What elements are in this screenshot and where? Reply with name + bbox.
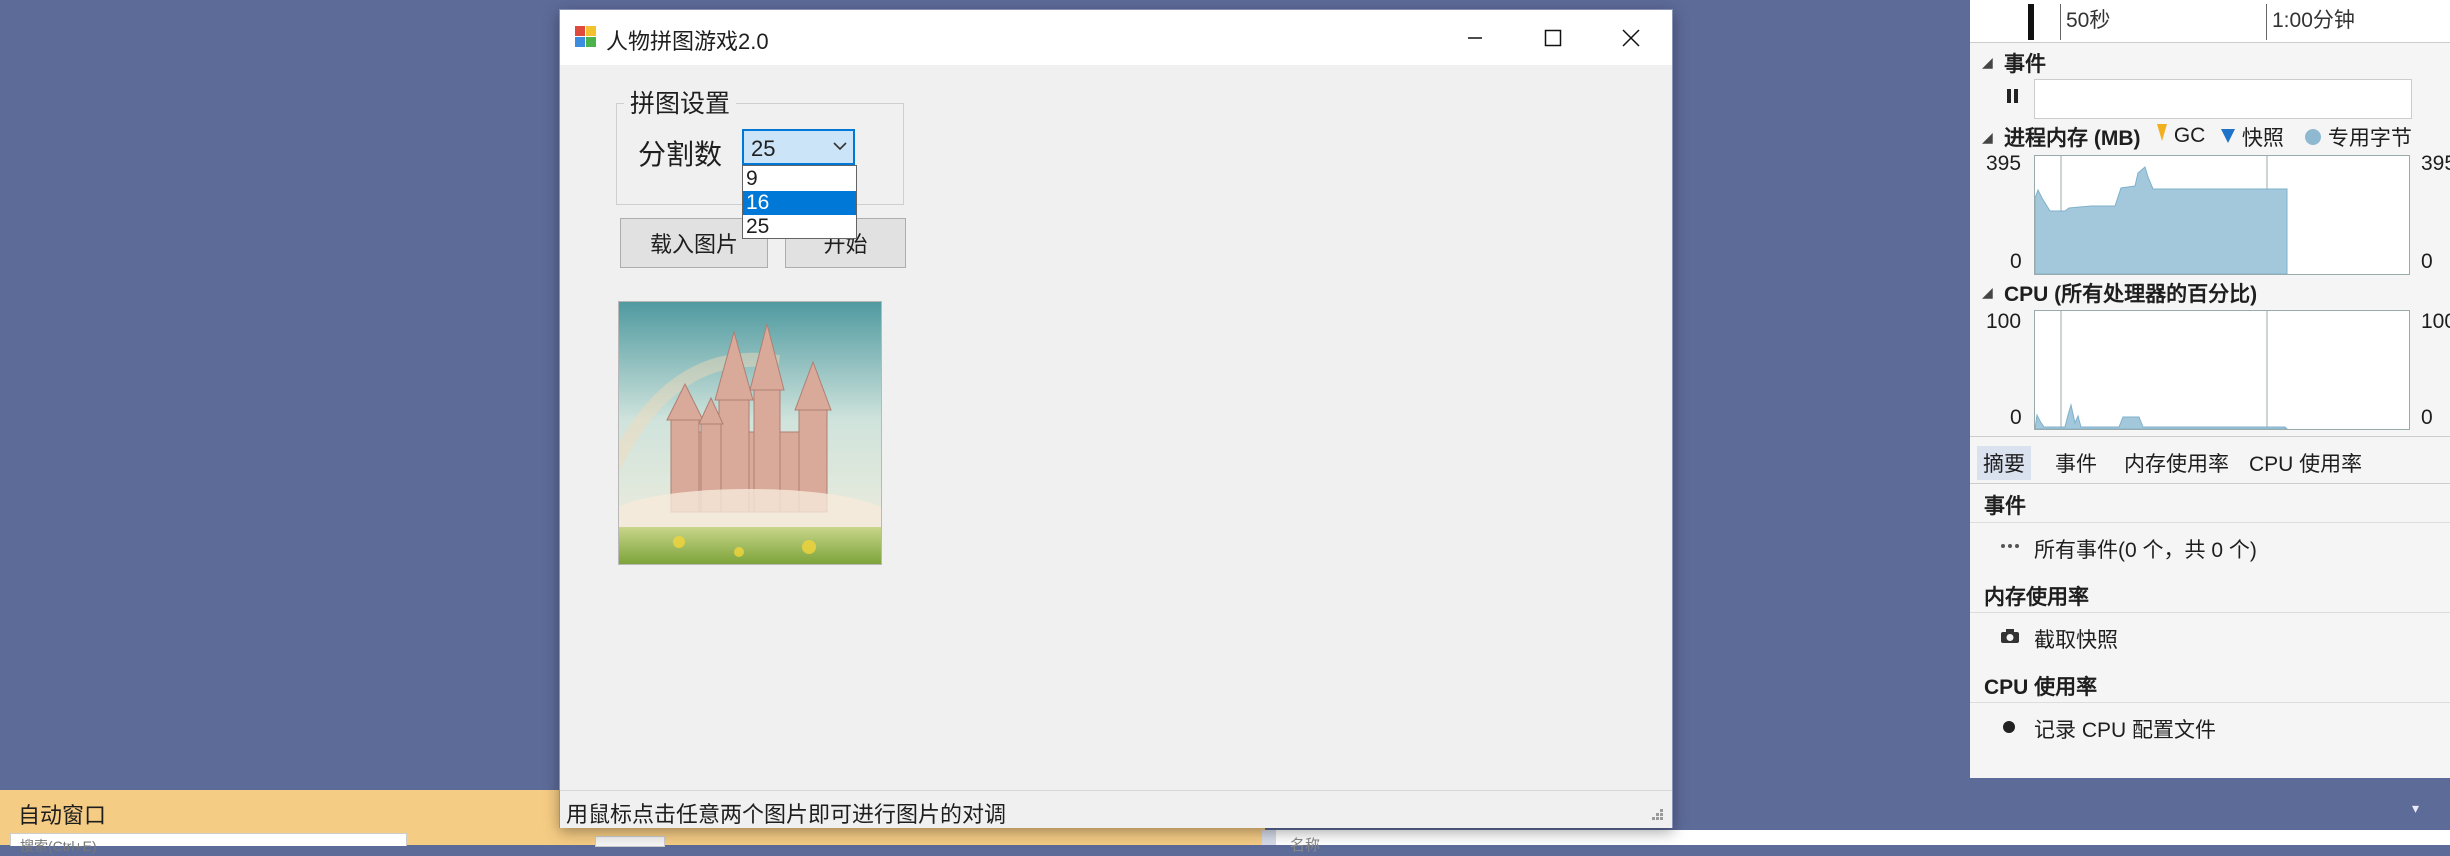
load-image-label: 载入图片 — [649, 232, 738, 257]
events-icon — [2000, 538, 2022, 556]
memory-heading: 进程内存 (MB) — [2004, 127, 2141, 150]
collapse-triangle-icon[interactable]: ◢ — [1982, 284, 1993, 301]
diagnostic-tools-panel: 50秒 1:00分钟 ◢ 事件 ◢ 进程内存 (MB) GC 快照 专用字节 3… — [1970, 0, 2450, 778]
puzzle-settings-title: 拼图设置 — [624, 84, 737, 120]
watch-window-body — [1262, 830, 2450, 845]
castle-image — [619, 302, 881, 564]
tab-memory-usage[interactable]: 内存使用率 — [2118, 446, 2235, 480]
app-icon — [574, 25, 598, 49]
all-events-link[interactable]: 所有事件(0 个，共 0 个) — [2034, 534, 2257, 564]
close-button[interactable] — [1592, 10, 1670, 65]
puzzle-picture[interactable] — [618, 301, 882, 565]
memory-ymin-label-right: 0 — [2421, 250, 2433, 273]
legend-private-label: 专用字节 — [2327, 127, 2412, 150]
memory-ymin-label: 0 — [2010, 250, 2022, 273]
title-bar[interactable]: 人物拼图游戏2.0 — [560, 10, 1672, 65]
divider — [1970, 522, 2450, 523]
memory-chart-svg — [2034, 156, 2288, 275]
snapshot-marker-icon — [2221, 129, 2235, 143]
legend-gc-label: GC — [2173, 124, 2206, 147]
split-count-dropdown: 9 16 25 — [742, 165, 857, 239]
memory-chart[interactable] — [2034, 155, 2410, 275]
collapse-triangle-icon[interactable]: ◢ — [1982, 54, 1993, 71]
maximize-button[interactable] — [1514, 10, 1592, 65]
cpu-chart[interactable] — [2034, 310, 2410, 430]
summary-memory-heading: 内存使用率 — [1984, 586, 2089, 609]
diagnostics-tabs: 摘要 事件 内存使用率 CPU 使用率 — [1970, 436, 2450, 484]
split-count-label: 分割数 — [638, 139, 723, 170]
events-heading: 事件 — [2004, 53, 2046, 76]
combobox-value: 25 — [751, 136, 776, 161]
events-track — [2034, 79, 2412, 119]
dropdown-option-25[interactable]: 25 — [743, 215, 856, 239]
status-text: 用鼠标点击任意两个图片即可进行图片的对调 — [566, 802, 1007, 827]
maximize-icon — [1544, 29, 1562, 46]
divider — [1970, 612, 2450, 613]
status-bar: 用鼠标点击任意两个图片即可进行图片的对调 — [560, 790, 1672, 828]
tab-summary[interactable]: 摘要 — [1977, 446, 2031, 480]
puzzle-game-window: 人物拼图游戏2.0 拼图设置 分割数 25 载入图片 开始 9 16 25 用鼠… — [559, 9, 1673, 828]
legend-snapshot-label: 快照 — [2241, 127, 2284, 150]
cpu-chart-svg — [2034, 311, 2289, 430]
window-title: 人物拼图游戏2.0 — [606, 29, 769, 54]
cpu-ymin-label: 0 — [2010, 406, 2022, 429]
autos-depth-field[interactable] — [595, 836, 665, 847]
cpu-ymax-label-right: 100 — [2421, 310, 2450, 333]
memory-usage-area — [2034, 166, 2288, 275]
split-count-combobox[interactable]: 25 — [742, 129, 855, 165]
tab-events[interactable]: 事件 — [2049, 446, 2103, 480]
minimize-icon — [1468, 36, 1482, 39]
close-icon — [1622, 28, 1640, 47]
resize-grip-icon[interactable] — [1648, 807, 1664, 828]
autos-search-placeholder: 搜索(Ctrl+E) — [20, 838, 97, 854]
watch-window-header — [1680, 790, 2450, 830]
tab-cpu-usage[interactable]: CPU 使用率 — [2243, 446, 2368, 480]
cpu-heading: CPU (所有处理器的百分比) — [2004, 283, 2258, 306]
memory-ymax-label: 395 — [1986, 152, 2022, 175]
summary-events-heading: 事件 — [1984, 495, 2026, 518]
grass — [619, 527, 881, 564]
timeline-label-1min: 1:00分钟 — [2272, 9, 2355, 32]
minimize-button[interactable] — [1436, 10, 1514, 65]
dropdown-option-16[interactable]: 16 — [743, 191, 856, 215]
chevron-down-icon[interactable] — [832, 139, 848, 158]
dropdown-option-9[interactable]: 9 — [743, 167, 856, 191]
autos-window-title[interactable]: 自动窗口 — [18, 798, 106, 830]
cpu-ymax-label: 100 — [1986, 310, 2022, 333]
cpu-ymin-label-right: 0 — [2421, 406, 2433, 429]
take-snapshot-link[interactable]: 截取快照 — [2034, 624, 2118, 654]
legend-snapshot: 快照 — [2220, 122, 2284, 152]
divider — [1970, 702, 2450, 703]
timeline-tick — [2266, 4, 2267, 40]
timeline-marker[interactable] — [2028, 4, 2034, 40]
private-bytes-dot-icon — [2305, 129, 2321, 145]
cpu-usage-area — [2034, 403, 2289, 430]
timeline-tick — [2060, 4, 2061, 40]
legend-gc: GC — [2156, 122, 2205, 148]
pause-icon[interactable] — [2006, 88, 2020, 109]
camera-icon — [2000, 628, 2020, 649]
record-icon — [2002, 720, 2016, 739]
record-cpu-profile-link[interactable]: 记录 CPU 配置文件 — [2034, 714, 2216, 744]
timeline-ruler[interactable]: 50秒 1:00分钟 — [1970, 0, 2450, 43]
chevron-down-icon[interactable]: ▾ — [2412, 800, 2426, 816]
timeline-label-50s: 50秒 — [2066, 9, 2111, 32]
legend-private-bytes: 专用字节 — [2304, 122, 2412, 152]
memory-ymax-label-right: 395 — [2421, 152, 2450, 175]
summary-cpu-heading: CPU 使用率 — [1984, 676, 2098, 699]
collapse-triangle-icon[interactable]: ◢ — [1982, 129, 1993, 146]
gc-marker-icon — [2157, 124, 2167, 141]
